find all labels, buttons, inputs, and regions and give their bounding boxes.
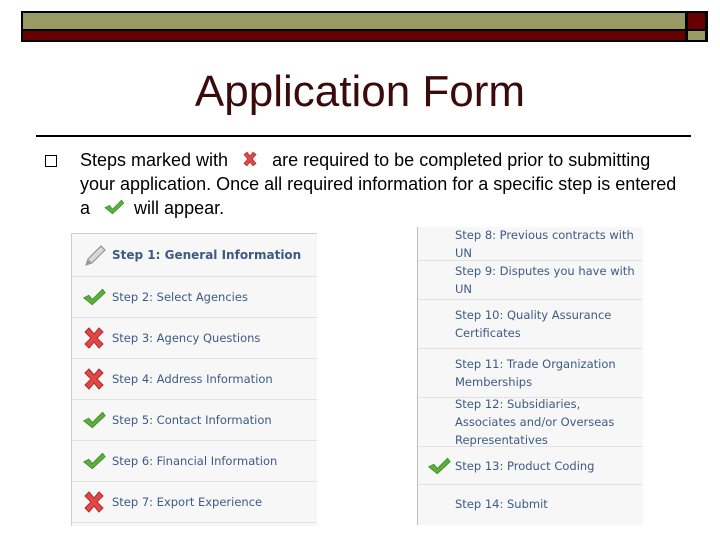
title-divider [36,135,691,137]
green-check-icon [82,285,106,309]
steps-panel-left: Step 1: General Information Step 2: Sele… [71,233,317,526]
green-check-icon [427,454,451,478]
banner-olive-bar [23,13,685,29]
step-item-8[interactable]: Step 8: Previous contracts with UN [418,227,643,261]
step-item-1[interactable]: Step 1: General Information [72,234,317,277]
red-x-icon [82,326,106,350]
slide-title: Application Form [194,67,526,116]
pencil-icon [82,243,106,267]
step-item-10[interactable]: Step 10: Quality Assurance Certificates [418,300,643,349]
step-item-3[interactable]: Step 3: Agency Questions [72,318,317,359]
red-x-icon [82,367,106,391]
step-item-5[interactable]: Step 5: Contact Information [72,400,317,441]
slide-banner [21,11,708,42]
banner-red-square [688,13,705,29]
bullet-text-part3: will appear. [134,198,225,218]
green-check-icon [82,408,106,432]
bullet-square-icon [45,155,57,167]
step-item-4[interactable]: Step 4: Address Information [72,359,317,400]
step-item-7[interactable]: Step 7: Export Experience [72,482,317,523]
step-item-2[interactable]: Step 2: Select Agencies [72,277,317,318]
step-item-14[interactable]: Step 14: Submit [418,485,643,523]
bullet-text: Steps marked with are required to be com… [80,148,680,220]
step-item-11[interactable]: Step 11: Trade Organization Memberships [418,349,643,398]
steps-panel-right: Step 8: Previous contracts with UN Step … [417,227,643,525]
step-item-13[interactable]: Step 13: Product Coding [418,447,643,485]
green-check-icon [82,449,106,473]
red-x-icon [82,490,106,514]
red-x-icon [233,151,267,168]
banner-olive-square [688,31,705,40]
step-item-12[interactable]: Step 12: Subsidiaries, Associates and/or… [418,397,643,447]
green-check-icon [95,199,129,216]
step-item-9[interactable]: Step 9: Disputes you have with UN [418,261,643,300]
step-item-6[interactable]: Step 6: Financial Information [72,441,317,482]
bullet-text-part1: Steps marked with [80,150,229,170]
banner-red-bar [23,31,685,40]
